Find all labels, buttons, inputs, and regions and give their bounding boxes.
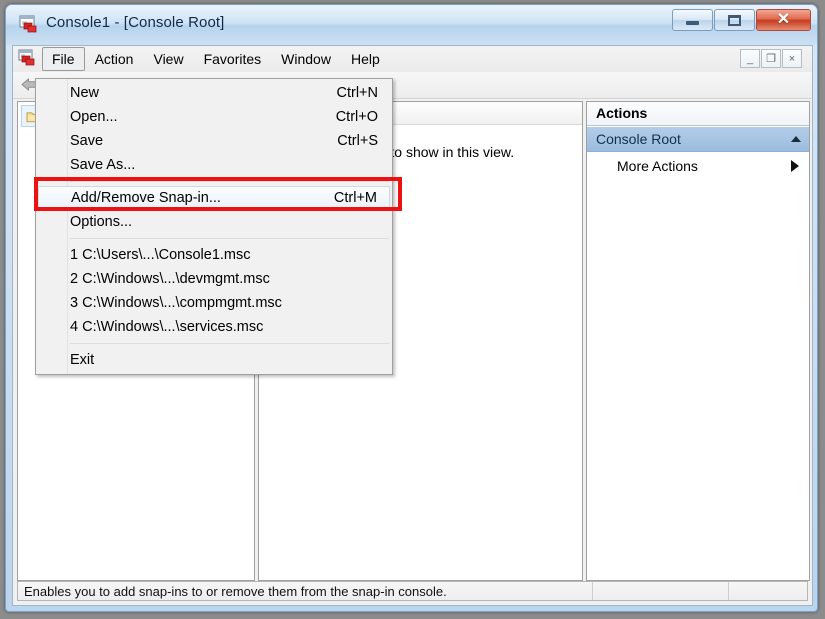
status-message: Enables you to add snap-ins to or remove…	[18, 582, 593, 600]
actions-group-label: Console Root	[596, 131, 681, 147]
file-menu-item-label: New	[70, 85, 100, 101]
status-segment-3	[729, 582, 807, 600]
mmc-console-icon	[19, 15, 37, 33]
file-menu-item[interactable]: 3 C:\Windows\...\compmgmt.msc	[36, 291, 392, 315]
file-menu-item-label: Add/Remove Snap-in...	[71, 190, 221, 206]
mdi-child-icon[interactable]	[18, 49, 37, 67]
file-menu-item-label: Save	[70, 133, 104, 149]
menu-file[interactable]: File	[42, 47, 85, 71]
menu-help[interactable]: Help	[341, 47, 390, 71]
minimize-icon	[686, 21, 699, 25]
file-menu-item-label: Open...	[70, 109, 118, 125]
file-menu-item-shortcut: Ctrl+N	[336, 85, 379, 101]
file-menu-item[interactable]: 1 C:\Users\...\Console1.msc	[36, 243, 392, 267]
file-menu-item-label: Exit	[70, 352, 95, 368]
file-dropdown-menu[interactable]: New Ctrl+N Open... Ctrl+O Save Ctrl+S Save As.…	[35, 78, 393, 375]
chevron-up-icon[interactable]	[791, 136, 801, 142]
menu-favorites[interactable]: Favorites	[194, 47, 272, 71]
status-segment-2	[593, 582, 729, 600]
window-title: Console1 - [Console Root]	[46, 14, 225, 31]
file-menu-item[interactable]: 2 C:\Windows\...\devmgmt.msc	[36, 267, 392, 291]
file-menu-item[interactable]: Save As...	[36, 153, 392, 177]
more-actions-item[interactable]: More Actions	[587, 153, 809, 179]
menu-action[interactable]: Action	[85, 47, 144, 71]
file-menu-item-label: 4 C:\Windows\...\services.msc	[70, 319, 264, 335]
menu-item-list: File Action View Favorites Window Help	[42, 46, 390, 72]
file-menu-item[interactable]: New Ctrl+N	[36, 81, 392, 105]
file-menu-item-shortcut: Ctrl+S	[337, 133, 378, 149]
mdi-restore-button[interactable]: ❐	[761, 49, 781, 68]
chevron-right-icon[interactable]	[791, 160, 799, 172]
file-menu-item[interactable]: 4 C:\Windows\...\services.msc	[36, 315, 392, 339]
status-bar: Enables you to add snap-ins to or remove…	[17, 581, 808, 601]
file-menu-item[interactable]: Options...	[36, 210, 392, 234]
maximize-button[interactable]	[714, 9, 755, 31]
menu-separator	[70, 238, 389, 239]
file-menu-item-label: 1 C:\Users\...\Console1.msc	[70, 247, 251, 263]
actions-pane-title: Actions	[587, 102, 809, 126]
close-icon: ✕	[776, 11, 791, 28]
mdi-minimize-button[interactable]: _	[740, 49, 760, 68]
menu-bar: File Action View Favorites Window Help _…	[13, 46, 812, 73]
minimize-button[interactable]	[672, 9, 713, 31]
file-menu-item-label: 2 C:\Windows\...\devmgmt.msc	[70, 271, 270, 287]
menu-separator	[70, 343, 389, 344]
menu-window[interactable]: Window	[271, 47, 341, 71]
menu-separator	[70, 181, 389, 182]
file-menu-item[interactable]: Exit	[36, 348, 392, 372]
file-menu-item[interactable]: Save Ctrl+S	[36, 129, 392, 153]
file-menu-item-shortcut: Ctrl+M	[333, 190, 377, 206]
file-menu-item-label: 3 C:\Windows\...\compmgmt.msc	[70, 295, 282, 311]
title-bar: Console1 - [Console Root] ✕	[6, 5, 817, 45]
close-button[interactable]: ✕	[756, 9, 811, 31]
actions-group-console-root[interactable]: Console Root	[587, 127, 809, 152]
file-menu-item-shortcut: Ctrl+O	[335, 109, 378, 125]
mdi-close-button[interactable]: ×	[782, 49, 802, 68]
file-menu-item[interactable]: Open... Ctrl+O	[36, 105, 392, 129]
more-actions-label: More Actions	[617, 158, 698, 174]
menu-view[interactable]: View	[143, 47, 193, 71]
file-menu-item-label: Options...	[70, 214, 133, 230]
file-menu-item[interactable]: Add/Remove Snap-in... Ctrl+M	[38, 186, 390, 210]
file-menu-item-label: Save As...	[70, 157, 136, 173]
actions-pane: Actions Console Root More Actions	[586, 101, 810, 581]
maximize-icon	[728, 14, 741, 26]
